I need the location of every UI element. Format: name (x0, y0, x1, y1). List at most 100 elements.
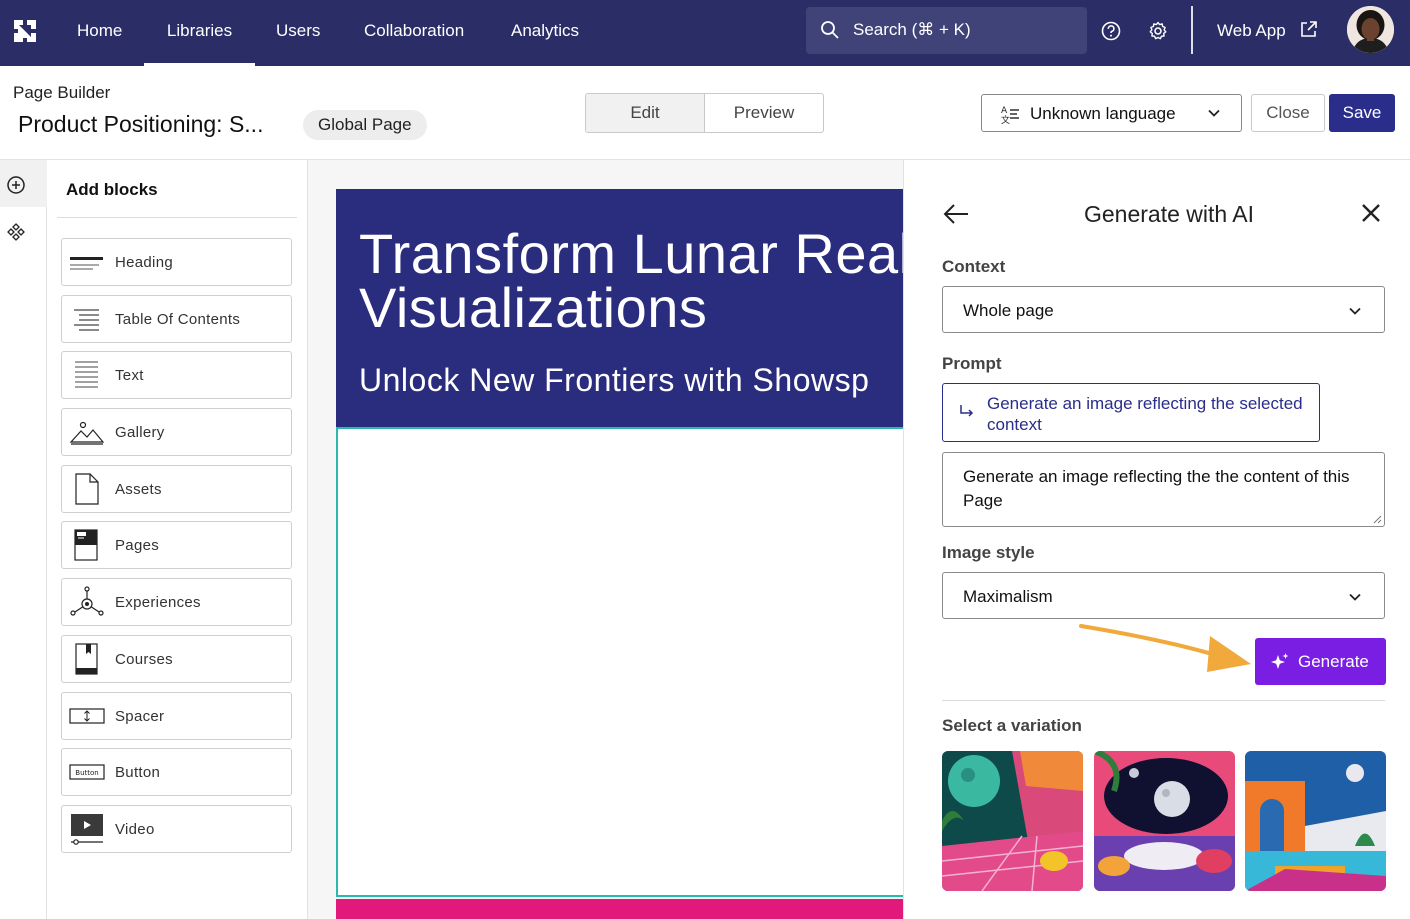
block-text[interactable]: Text (61, 351, 292, 399)
logo-icon[interactable] (14, 20, 36, 42)
hero-block[interactable]: Transform Lunar Real Visualizations Unlo… (336, 189, 904, 427)
context-value: Whole page (963, 301, 1054, 320)
variation-1-thumbnail[interactable] (942, 751, 1083, 891)
variations-label: Select a variation (942, 716, 1082, 735)
subdirectory-arrow-icon (960, 405, 974, 417)
video-icon (71, 814, 103, 845)
nav-users[interactable]: Users (276, 0, 320, 66)
nav-analytics[interactable]: Analytics (511, 0, 579, 66)
hero-subtitle: Unlock New Frontiers with Showsp (359, 362, 870, 398)
block-label: Table Of Contents (115, 311, 241, 328)
page-canvas: Transform Lunar Real Visualizations Unlo… (308, 160, 904, 919)
add-blocks-title: Add blocks (66, 180, 158, 199)
close-button[interactable]: Close (1251, 94, 1325, 132)
pages-icon (74, 529, 98, 561)
close-icon[interactable] (1361, 203, 1381, 223)
block-heading[interactable]: Heading (61, 238, 292, 286)
courses-icon (75, 643, 98, 675)
block-label: Text (115, 367, 144, 384)
nav-collaboration[interactable]: Collaboration (364, 0, 464, 66)
chevron-down-icon (1349, 307, 1361, 315)
sparkle-icon (1271, 653, 1289, 669)
components-icon[interactable] (6, 222, 26, 242)
block-button[interactable]: Button Button (61, 748, 292, 796)
block-spacer[interactable]: Spacer (61, 692, 292, 740)
save-button[interactable]: Save (1329, 94, 1395, 132)
external-link-icon[interactable] (1299, 20, 1318, 39)
block-courses[interactable]: Courses (61, 635, 292, 683)
chevron-down-icon (1349, 593, 1361, 601)
image-style-value: Maximalism (963, 587, 1053, 606)
prompt-suggestion[interactable]: Generate an image reflecting the selecte… (942, 383, 1320, 442)
block-label: Experiences (115, 594, 201, 611)
web-app-link[interactable]: Web App (1217, 21, 1286, 41)
assets-icon (75, 473, 99, 505)
block-label: Courses (115, 651, 173, 668)
tab-preview[interactable]: Preview (705, 94, 823, 132)
variation-2-thumbnail[interactable] (1094, 751, 1235, 891)
search-icon (821, 21, 839, 39)
prompt-text: Generate an image reflecting the the con… (963, 467, 1350, 510)
block-video[interactable]: Video (61, 805, 292, 853)
add-blocks-tab[interactable] (0, 160, 47, 207)
image-style-label: Image style (942, 543, 1035, 562)
add-blocks-panel: Add blocks Heading Table Of Contents Tex… (47, 160, 308, 919)
hero-title-line-1: Transform Lunar Real (359, 222, 904, 285)
top-navigation: Home Libraries Users Collaboration Analy… (0, 0, 1410, 66)
add-circle-icon (7, 176, 25, 194)
breadcrumb[interactable]: Page Builder (13, 83, 110, 103)
block-label: Pages (115, 537, 160, 554)
experiences-icon (70, 586, 104, 616)
annotation-arrow-icon (1079, 624, 1251, 672)
nav-home[interactable]: Home (77, 0, 122, 66)
block-table-of-contents[interactable]: Table Of Contents (61, 295, 292, 343)
variation-image (942, 751, 1083, 891)
search-input[interactable]: Search (⌘ + K) (806, 7, 1087, 54)
language-value: Unknown language (1030, 104, 1176, 123)
table-of-contents-icon (74, 309, 99, 331)
image-style-select[interactable]: Maximalism (942, 572, 1385, 619)
block-label: Heading (115, 254, 173, 271)
translate-icon: A 文 (1001, 106, 1019, 124)
variation-image (1094, 751, 1235, 891)
chevron-down-icon (1208, 109, 1220, 117)
left-rail (0, 160, 47, 919)
global-page-badge: Global Page (303, 110, 427, 140)
search-placeholder: Search (⌘ + K) (853, 20, 971, 39)
mode-toggle: Edit Preview (585, 93, 824, 133)
block-assets[interactable]: Assets (61, 465, 292, 513)
block-pages[interactable]: Pages (61, 521, 292, 569)
block-label: Assets (115, 481, 162, 498)
block-experiences[interactable]: Experiences (61, 578, 292, 626)
selected-image-block[interactable] (336, 427, 904, 897)
nav-libraries[interactable]: Libraries (144, 0, 255, 66)
block-label: Gallery (115, 424, 165, 441)
svg-text:文: 文 (1001, 114, 1010, 124)
variation-image (1245, 751, 1386, 891)
prompt-suggestion-text: Generate an image reflecting the selecte… (987, 394, 1303, 434)
variation-3-thumbnail[interactable] (1245, 751, 1386, 891)
hero-title-line-2: Visualizations (359, 276, 708, 339)
svg-text:A: A (1001, 106, 1008, 116)
nav-divider (1191, 6, 1193, 54)
tab-edit[interactable]: Edit (586, 94, 705, 132)
next-block-strip[interactable] (336, 899, 904, 919)
generate-label: Generate (1298, 652, 1369, 671)
language-select[interactable]: A 文 Unknown language (981, 94, 1242, 132)
divider (942, 700, 1385, 701)
back-arrow-icon[interactable] (942, 202, 970, 226)
gear-icon[interactable] (1148, 21, 1168, 41)
spacer-icon (69, 708, 105, 724)
button-icon-text: Button (75, 769, 98, 777)
block-gallery[interactable]: Gallery (61, 408, 292, 456)
help-icon[interactable] (1101, 21, 1121, 41)
user-portrait-icon (1347, 6, 1394, 53)
resize-grip-icon[interactable] (1372, 514, 1382, 524)
context-select[interactable]: Whole page (942, 286, 1385, 333)
text-icon (75, 361, 98, 388)
prompt-label: Prompt (942, 354, 1002, 373)
generate-button[interactable]: Generate (1255, 638, 1386, 685)
prompt-textarea[interactable]: Generate an image reflecting the the con… (942, 452, 1385, 527)
page-title: Product Positioning: S... (18, 111, 264, 137)
avatar[interactable] (1347, 6, 1394, 53)
